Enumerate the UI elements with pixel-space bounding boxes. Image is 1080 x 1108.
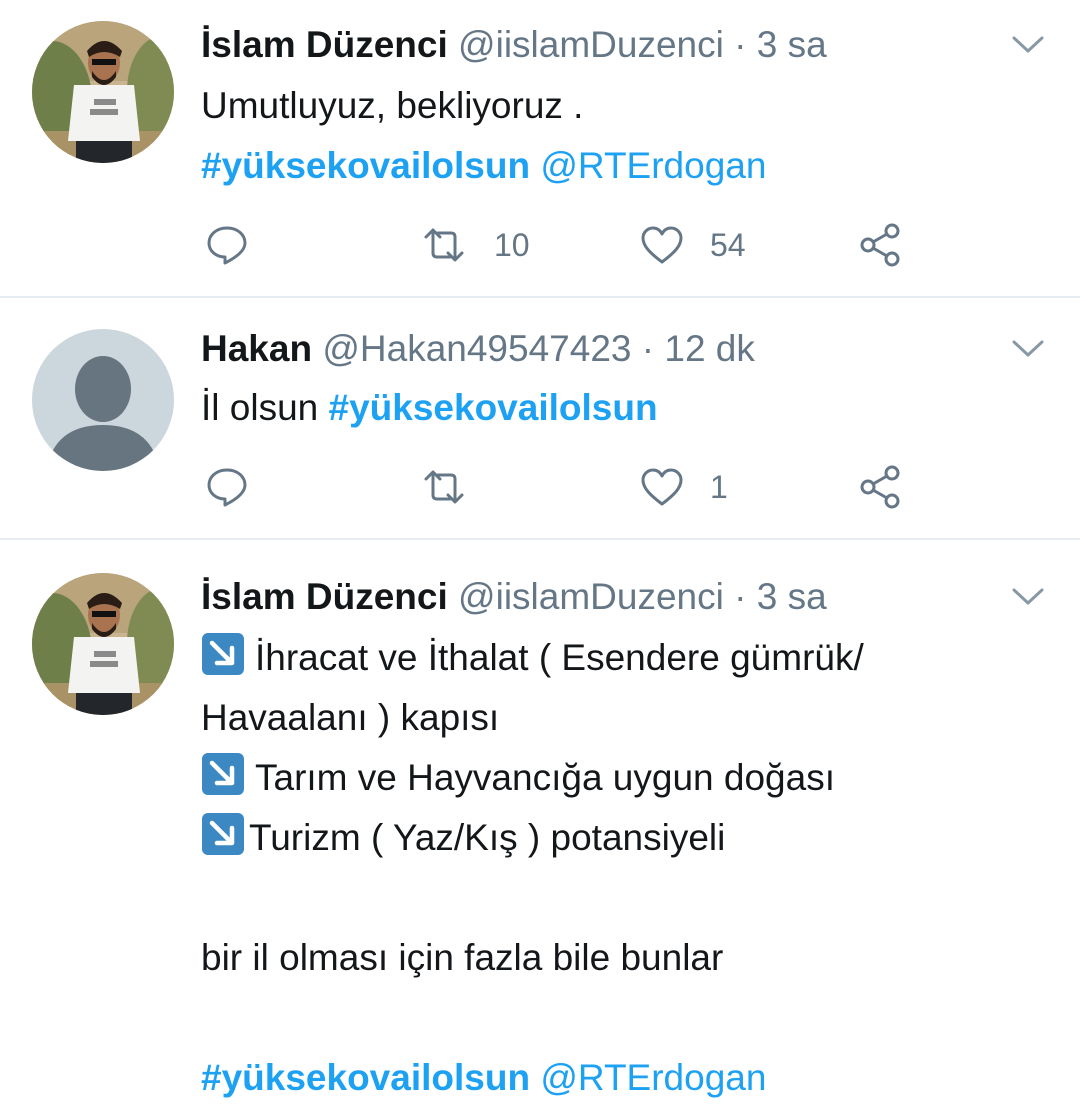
heart-icon	[641, 226, 683, 264]
tweet-time[interactable]: 3 sa	[757, 24, 827, 65]
author-handle[interactable]: @iislamDuzenci	[458, 576, 724, 617]
avatar[interactable]	[32, 21, 174, 163]
tweet-text-line: İl olsun	[201, 387, 319, 428]
retweet-icon	[424, 470, 464, 504]
tweet[interactable]: İslam Düzenci @iislamDuzenci · 3 sa Umut…	[0, 0, 1080, 296]
tweet[interactable]: Hakan @Hakan49547423 · 12 dk İl olsun #y…	[0, 298, 1080, 538]
tweet-header: İslam Düzenci @iislamDuzenci · 3 sa	[201, 574, 827, 620]
down-right-arrow-emoji-icon	[202, 633, 244, 675]
tweet-time[interactable]: 12 dk	[664, 328, 755, 369]
avatar[interactable]	[32, 573, 174, 715]
retweet-count: 10	[494, 226, 530, 263]
retweet-button[interactable]	[420, 462, 494, 512]
tweet-time[interactable]: 3 sa	[757, 576, 827, 617]
tweet[interactable]: İslam Düzenci @iislamDuzenci · 3 sa İhra…	[0, 540, 1080, 1108]
chevron-down-icon[interactable]	[1010, 336, 1046, 360]
reply-button[interactable]	[205, 462, 249, 512]
author-name[interactable]: Hakan	[201, 328, 312, 369]
retweet-icon	[424, 228, 464, 262]
profile-photo-icon	[32, 573, 174, 715]
hashtag-link[interactable]: #yüksekovailolsun	[329, 387, 658, 428]
like-count: 1	[710, 468, 728, 505]
share-icon	[860, 465, 900, 509]
tweet-text-line: Turizm ( Yaz/Kış ) potansiyeli	[249, 817, 726, 858]
reply-icon	[207, 226, 247, 265]
separator-dot: ·	[641, 328, 655, 369]
down-right-arrow-emoji-icon	[202, 753, 244, 795]
tweet-text: İhracat ve İthalat ( Esendere gümrük/ Ha…	[201, 628, 864, 1108]
author-name[interactable]: İslam Düzenci	[201, 576, 448, 617]
default-avatar-icon	[32, 329, 174, 471]
mention-link[interactable]: @RTErdogan	[540, 1057, 766, 1098]
tweet-text-line: İhracat ve İthalat ( Esendere gümrük/	[255, 637, 864, 678]
tweet-text-line: Tarım ve Hayvancığa uygun doğası	[255, 757, 835, 798]
tweet-header: Hakan @Hakan49547423 · 12 dk	[201, 326, 755, 372]
hashtag-link[interactable]: #yüksekovailolsun	[201, 1057, 530, 1098]
heart-icon	[641, 468, 683, 506]
retweet-button[interactable]: 10	[420, 220, 530, 270]
mention-link[interactable]: @RTErdogan	[540, 145, 766, 186]
tweet-actions: 1	[0, 462, 1080, 512]
down-right-arrow-emoji-icon	[202, 813, 244, 855]
share-button[interactable]	[858, 462, 904, 512]
tweet-text-line: Havaalanı ) kapısı	[201, 697, 500, 738]
tweet-actions: 10 54	[0, 220, 1080, 270]
tweet-text: Umutluyuz, bekliyoruz . #yüksekovailolsu…	[201, 76, 766, 196]
reply-icon	[207, 468, 247, 507]
like-count: 54	[710, 226, 746, 263]
chevron-down-icon[interactable]	[1010, 584, 1046, 608]
reply-button[interactable]	[205, 220, 249, 270]
share-icon	[860, 223, 900, 267]
author-name[interactable]: İslam Düzenci	[201, 24, 448, 65]
like-button[interactable]: 1	[640, 462, 728, 512]
separator-dot: ·	[734, 24, 747, 65]
avatar[interactable]	[32, 329, 174, 471]
author-handle[interactable]: @iislamDuzenci	[458, 24, 724, 65]
tweet-text-line: Umutluyuz, bekliyoruz .	[201, 85, 584, 126]
share-button[interactable]	[858, 220, 904, 270]
author-handle[interactable]: @Hakan49547423	[322, 328, 631, 369]
tweet-text: İl olsun #yüksekovailolsun	[201, 378, 658, 438]
separator-dot: ·	[734, 576, 747, 617]
hashtag-link[interactable]: #yüksekovailolsun	[201, 145, 530, 186]
chevron-down-icon[interactable]	[1010, 32, 1046, 56]
tweet-header: İslam Düzenci @iislamDuzenci · 3 sa	[201, 22, 827, 68]
tweet-text-line: bir il olması için fazla bile bunlar	[201, 937, 724, 978]
like-button[interactable]: 54	[640, 220, 746, 270]
profile-photo-icon	[32, 21, 174, 163]
